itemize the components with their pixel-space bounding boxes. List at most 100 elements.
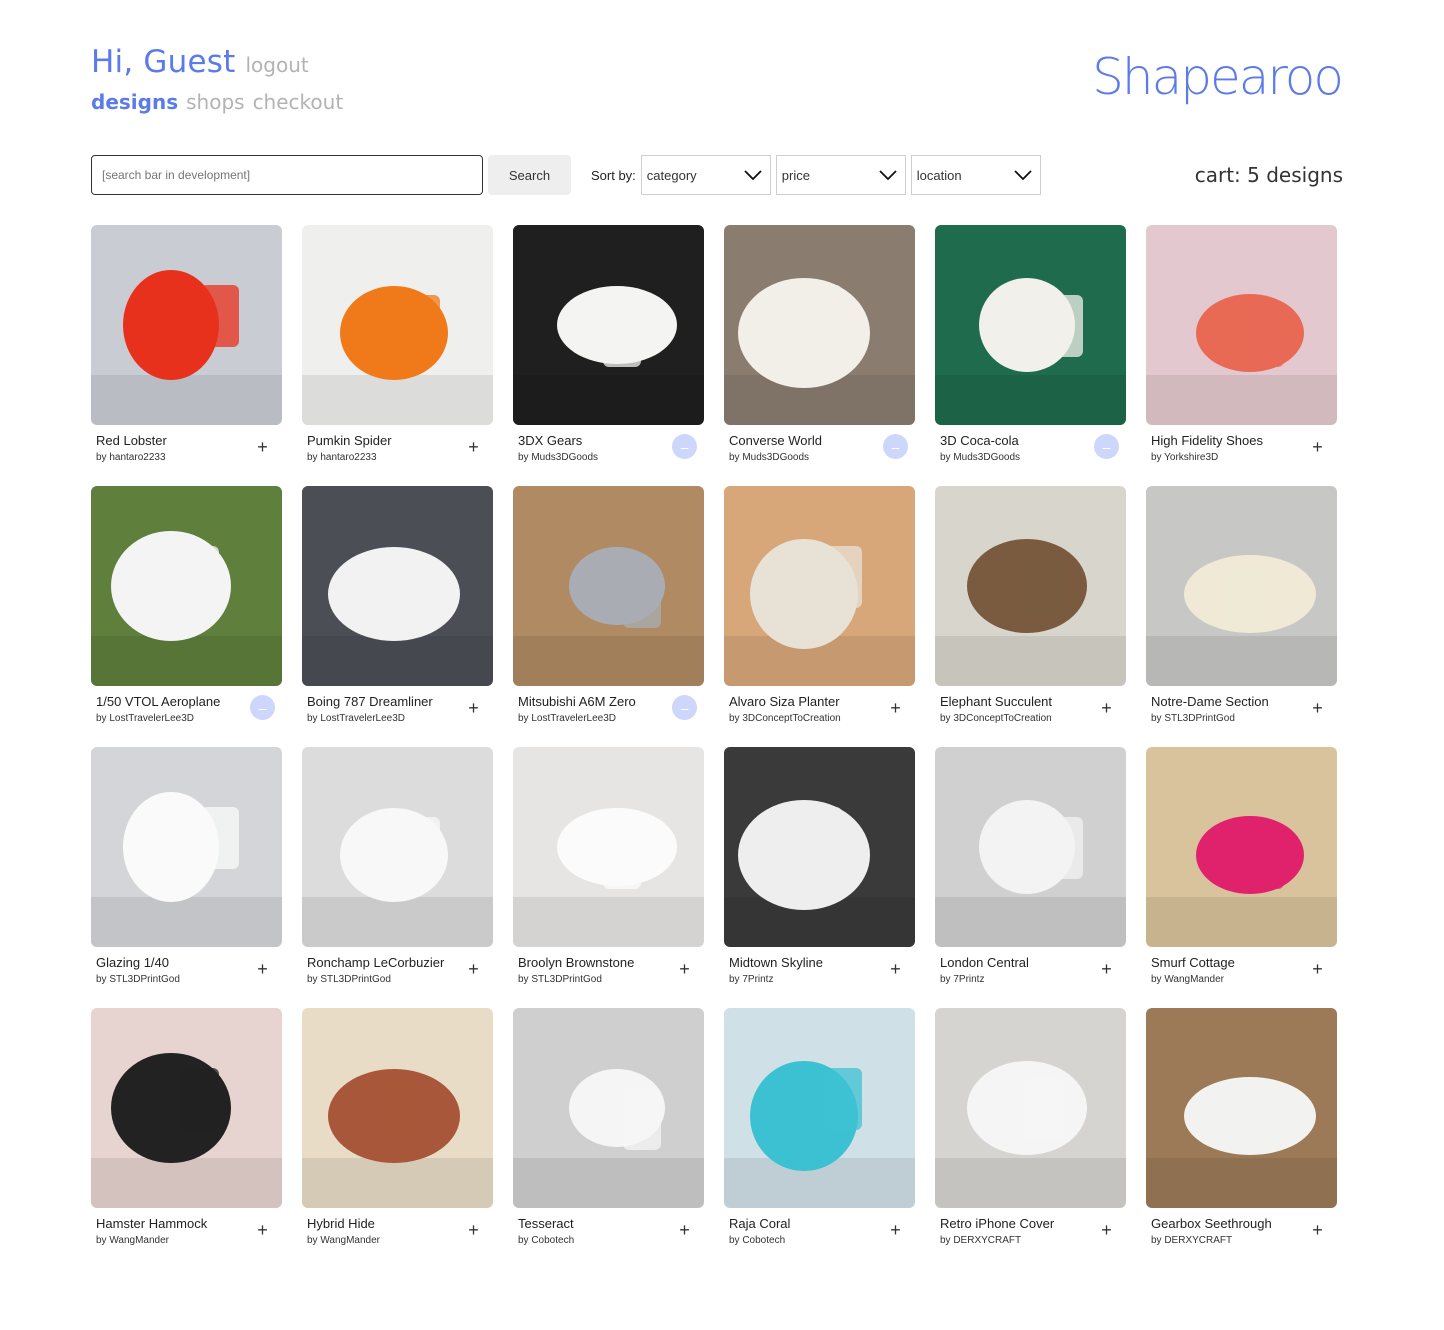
add-to-cart-button[interactable]: + [461,956,486,981]
design-image[interactable] [513,225,704,425]
brand-logo[interactable]: Shapearoo [1092,48,1344,106]
remove-from-cart-button[interactable]: – [883,434,908,459]
add-to-cart-button[interactable]: + [883,956,908,981]
design-image[interactable] [91,225,282,425]
design-card[interactable]: Boing 787 Dreamliner by LostTravelerLee3D… [302,486,493,726]
design-image[interactable] [935,1008,1126,1208]
design-author[interactable]: by STL3DPrintGod [96,974,180,985]
design-card[interactable]: Converse World by Muds3DGoods – [724,225,915,465]
nav-checkout[interactable]: checkout [253,90,344,114]
design-card[interactable]: Gearbox Seethrough by DERXYCRAFT + [1146,1008,1337,1248]
design-name[interactable]: High Fidelity Shoes [1151,433,1263,448]
sort-location-select[interactable]: location [910,155,1041,195]
design-card[interactable]: 3DX Gears by Muds3DGoods – [513,225,704,465]
design-image[interactable] [724,1008,915,1208]
design-author[interactable]: by LostTravelerLee3D [307,713,433,724]
design-card[interactable]: Raja Coral by Cobotech + [724,1008,915,1248]
design-card[interactable]: 1/50 VTOL Aeroplane by LostTravelerLee3D – [91,486,282,726]
design-name[interactable]: Gearbox Seethrough [1151,1216,1272,1231]
design-card[interactable]: 3D Coca-cola by Muds3DGoods – [935,225,1126,465]
add-to-cart-button[interactable]: + [1094,695,1119,720]
design-image[interactable] [513,747,704,947]
design-name[interactable]: Notre-Dame Section [1151,694,1269,709]
design-author[interactable]: by hantaro2233 [307,452,392,463]
design-author[interactable]: by DERXYCRAFT [940,1235,1054,1246]
remove-from-cart-button[interactable]: – [1094,434,1119,459]
design-author[interactable]: by 7Printz [940,974,1029,985]
design-name[interactable]: Midtown Skyline [729,955,823,970]
design-image[interactable] [91,486,282,686]
design-card[interactable]: London Central by 7Printz + [935,747,1126,987]
cart-summary[interactable]: cart: 5 designs [1195,163,1343,187]
design-author[interactable]: by LostTravelerLee3D [518,713,636,724]
design-author[interactable]: by STL3DPrintGod [518,974,634,985]
design-image[interactable] [302,486,493,686]
add-to-cart-button[interactable]: + [1305,956,1330,981]
design-author[interactable]: by LostTravelerLee3D [96,713,220,724]
design-image[interactable] [1146,1008,1337,1208]
design-card[interactable]: Midtown Skyline by 7Printz + [724,747,915,987]
design-card[interactable]: Notre-Dame Section by STL3DPrintGod + [1146,486,1337,726]
add-to-cart-button[interactable]: + [672,956,697,981]
design-image[interactable] [1146,225,1337,425]
design-author[interactable]: by WangMander [1151,974,1235,985]
design-card[interactable]: Ronchamp LeCorbuzier by STL3DPrintGod + [302,747,493,987]
design-author[interactable]: by 3DConceptToCreation [940,713,1052,724]
design-image[interactable] [302,1008,493,1208]
design-name[interactable]: Elephant Succulent [940,694,1052,709]
design-author[interactable]: by Muds3DGoods [729,452,822,463]
design-name[interactable]: Tesseract [518,1216,574,1231]
design-name[interactable]: 3DX Gears [518,433,598,448]
design-card[interactable]: Hamster Hammock by WangMander + [91,1008,282,1248]
design-card[interactable]: Alvaro Siza Planter by 3DConceptToCreatio… [724,486,915,726]
add-to-cart-button[interactable]: + [1305,434,1330,459]
design-image[interactable] [1146,486,1337,686]
search-input[interactable] [91,155,483,195]
add-to-cart-button[interactable]: + [883,1217,908,1242]
add-to-cart-button[interactable]: + [1305,1217,1330,1242]
design-image[interactable] [724,486,915,686]
nav-designs[interactable]: designs [91,90,178,114]
design-image[interactable] [724,747,915,947]
add-to-cart-button[interactable]: + [1094,956,1119,981]
design-image[interactable] [302,747,493,947]
design-author[interactable]: by Muds3DGoods [940,452,1020,463]
design-author[interactable]: by DERXYCRAFT [1151,1235,1272,1246]
design-name[interactable]: Pumkin Spider [307,433,392,448]
add-to-cart-button[interactable]: + [250,1217,275,1242]
sort-category-select[interactable]: category [640,155,771,195]
design-author[interactable]: by Muds3DGoods [518,452,598,463]
design-card[interactable]: Hybrid Hide by WangMander + [302,1008,493,1248]
add-to-cart-button[interactable]: + [461,1217,486,1242]
design-name[interactable]: Retro iPhone Cover [940,1216,1054,1231]
design-author[interactable]: by 3DConceptToCreation [729,713,841,724]
add-to-cart-button[interactable]: + [672,1217,697,1242]
add-to-cart-button[interactable]: + [250,956,275,981]
design-image[interactable] [91,747,282,947]
design-name[interactable]: Ronchamp LeCorbuzier [307,955,444,970]
design-name[interactable]: 3D Coca-cola [940,433,1020,448]
design-author[interactable]: by WangMander [307,1235,380,1246]
add-to-cart-button[interactable]: + [250,434,275,459]
logout-link[interactable]: logout [245,53,308,77]
design-card[interactable]: Red Lobster by hantaro2233 + [91,225,282,465]
design-image[interactable] [935,225,1126,425]
remove-from-cart-button[interactable]: – [672,434,697,459]
design-card[interactable]: Retro iPhone Cover by DERXYCRAFT + [935,1008,1126,1248]
add-to-cart-button[interactable]: + [461,695,486,720]
design-author[interactable]: by STL3DPrintGod [1151,713,1269,724]
design-author[interactable]: by hantaro2233 [96,452,167,463]
design-author[interactable]: by 7Printz [729,974,823,985]
add-to-cart-button[interactable]: + [1094,1217,1119,1242]
design-card[interactable]: Mitsubishi A6M Zero by LostTravelerLee3D – [513,486,704,726]
design-card[interactable]: Smurf Cottage by WangMander + [1146,747,1337,987]
design-author[interactable]: by Yorkshire3D [1151,452,1263,463]
design-image[interactable] [302,225,493,425]
add-to-cart-button[interactable]: + [883,695,908,720]
add-to-cart-button[interactable]: + [461,434,486,459]
design-image[interactable] [91,1008,282,1208]
design-card[interactable]: High Fidelity Shoes by Yorkshire3D + [1146,225,1337,465]
design-card[interactable]: Broolyn Brownstone by STL3DPrintGod + [513,747,704,987]
design-name[interactable]: Alvaro Siza Planter [729,694,841,709]
design-author[interactable]: by WangMander [96,1235,207,1246]
